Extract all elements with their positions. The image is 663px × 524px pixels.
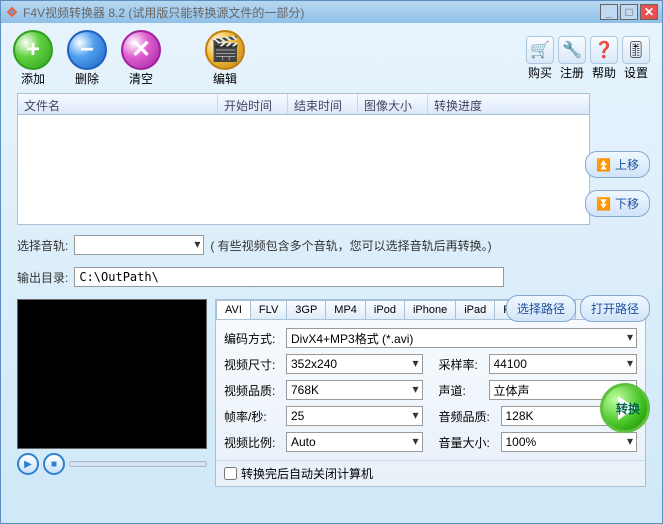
list-header: 文件名 开始时间 结束时间 图像大小 转换进度 — [17, 93, 590, 115]
window-title: F4V视频转换器 8.2 (试用版只能转换源文件的一部分) — [23, 4, 600, 21]
col-end[interactable]: 结束时间 — [288, 94, 358, 114]
x-icon: ✕ — [121, 30, 161, 70]
move-up-button[interactable]: ⏫上移 — [585, 151, 650, 178]
preview-area: ▶ ■ — [17, 299, 207, 487]
file-list: 文件名 开始时间 结束时间 图像大小 转换进度 — [17, 93, 590, 225]
edit-label: 编辑 — [213, 70, 237, 87]
key-icon: 🔧 — [558, 36, 586, 64]
edit-button[interactable]: 🎬 编辑 — [205, 30, 245, 87]
audio-track-select[interactable] — [74, 235, 204, 255]
ratio-select[interactable] — [286, 432, 423, 452]
channel-label: 声道: — [439, 382, 483, 399]
buy-button[interactable]: 🛒购买 — [526, 36, 554, 81]
stop-button[interactable]: ■ — [43, 453, 65, 475]
seek-slider[interactable] — [69, 461, 207, 467]
tab-3gp[interactable]: 3GP — [286, 300, 326, 319]
volume-select[interactable] — [501, 432, 638, 452]
chevron-up-icon: ⏫ — [596, 158, 611, 172]
size-label: 视频尺寸: — [224, 356, 280, 373]
encode-label: 编码方式: — [224, 330, 280, 347]
help-icon: ❓ — [590, 36, 618, 64]
abitrate-label: 音频品质: — [439, 408, 495, 425]
tab-iphone[interactable]: iPhone — [404, 300, 456, 319]
app-window: F4V视频转换器 8.2 (试用版只能转换源文件的一部分) _ □ ✕ + 添加… — [0, 0, 663, 524]
col-size[interactable]: 图像大小 — [358, 94, 428, 114]
main-toolbar: + 添加 − 删除 ✕ 清空 🎬 编辑 🛒购买 🔧注册 ❓帮助 🎚设置 — [1, 23, 662, 93]
vbitrate-label: 视频品质: — [224, 382, 280, 399]
add-button[interactable]: + 添加 — [13, 30, 53, 87]
video-preview — [17, 299, 207, 449]
list-body[interactable] — [17, 115, 590, 225]
close-button[interactable]: ✕ — [640, 4, 658, 20]
tab-mp4[interactable]: MP4 — [325, 300, 366, 319]
fps-label: 帧率/秒: — [224, 408, 280, 425]
edit-icon: 🎬 — [205, 30, 245, 70]
cart-icon: 🛒 — [526, 36, 554, 64]
app-icon — [5, 5, 19, 19]
chevron-down-icon: ⏬ — [596, 197, 611, 211]
samplerate-select[interactable] — [489, 354, 638, 374]
col-progress[interactable]: 转换进度 — [428, 94, 589, 114]
add-label: 添加 — [21, 70, 45, 87]
audio-track-label: 选择音轨: — [17, 237, 68, 254]
size-select[interactable] — [286, 354, 423, 374]
output-dir-input[interactable] — [74, 267, 504, 287]
minimize-button[interactable]: _ — [600, 4, 618, 20]
clear-button[interactable]: ✕ 清空 — [121, 30, 161, 87]
settings-button[interactable]: 🎚设置 — [622, 36, 650, 81]
move-down-button[interactable]: ⏬下移 — [585, 190, 650, 217]
gear-icon: 🎚 — [622, 36, 650, 64]
open-path-button[interactable]: 打开路径 — [580, 295, 650, 322]
titlebar: F4V视频转换器 8.2 (试用版只能转换源文件的一部分) _ □ ✕ — [1, 1, 662, 23]
audio-track-note: ( 有些视频包含多个音轨，您可以选择音轨后再转换。) — [210, 237, 491, 254]
minus-icon: − — [67, 30, 107, 70]
tab-ipod[interactable]: iPod — [365, 300, 405, 319]
help-button[interactable]: ❓帮助 — [590, 36, 618, 81]
remove-label: 删除 — [75, 70, 99, 87]
col-filename[interactable]: 文件名 — [18, 94, 218, 114]
col-start[interactable]: 开始时间 — [218, 94, 288, 114]
plus-icon: + — [13, 30, 53, 70]
tab-flv[interactable]: FLV — [250, 300, 287, 319]
tab-avi[interactable]: AVI — [216, 300, 251, 319]
play-button[interactable]: ▶ — [17, 453, 39, 475]
remove-button[interactable]: − 删除 — [67, 30, 107, 87]
settings-panel: AVI FLV 3GP MP4 iPod iPhone iPad PSP Zun… — [215, 299, 646, 487]
output-dir-label: 输出目录: — [17, 269, 68, 286]
encode-select[interactable] — [286, 328, 637, 348]
select-path-button[interactable]: 选择路径 — [506, 295, 576, 322]
clear-label: 清空 — [129, 70, 153, 87]
shutdown-label: 转换完后自动关闭计算机 — [241, 465, 373, 482]
volume-label: 音量大小: — [439, 434, 495, 451]
convert-label: 转换 — [616, 400, 640, 417]
tab-ipad[interactable]: iPad — [455, 300, 495, 319]
vbitrate-select[interactable] — [286, 380, 423, 400]
ratio-label: 视频比例: — [224, 434, 280, 451]
maximize-button[interactable]: □ — [620, 4, 638, 20]
fps-select[interactable] — [286, 406, 423, 426]
samplerate-label: 采样率: — [439, 356, 483, 373]
shutdown-checkbox[interactable] — [224, 467, 237, 480]
register-button[interactable]: 🔧注册 — [558, 36, 586, 81]
